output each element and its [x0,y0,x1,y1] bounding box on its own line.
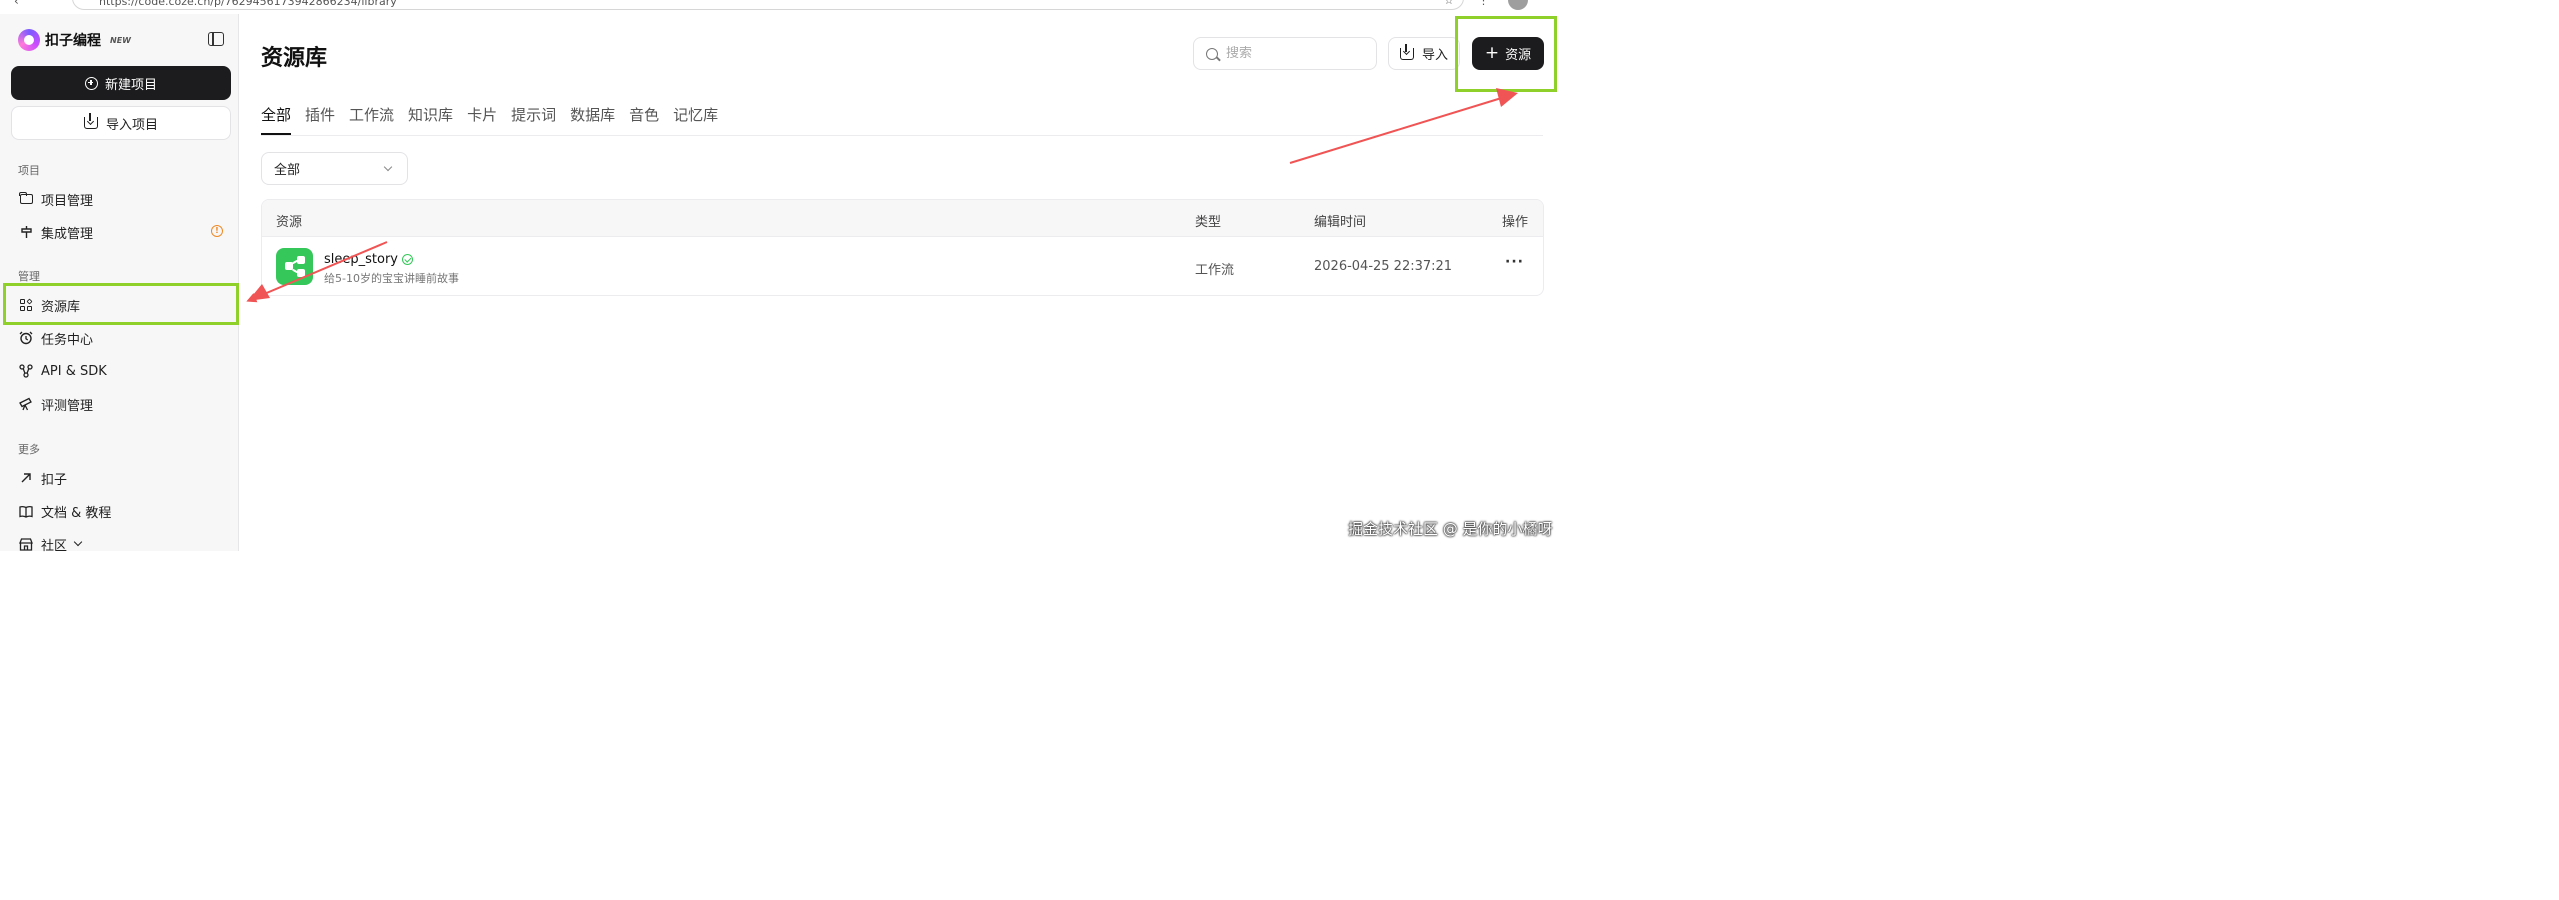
folder-icon [19,192,33,206]
search-icon [1206,47,1218,60]
sidebar-item-label: 项目管理 [41,193,94,209]
sidebar-item-label: 集成管理 [41,226,94,242]
tab-0[interactable]: 全部 [261,104,292,135]
resource-table: 资源 类型 编辑时间 操作 sleep_story 给5-10岁的宝宝讲睡前故事… [261,199,1544,296]
sidebar-item-label: 文档 & 教程 [41,505,112,521]
import-project-label: 导入项目 [105,117,158,133]
published-check-icon [402,254,413,265]
tab-1[interactable]: 插件 [305,104,335,135]
section-label-project: 项目 [18,164,40,177]
filter-value: 全部 [274,163,301,178]
header-edit-time: 编辑时间 [1314,215,1367,230]
sidebar-item-label: 扣子 [41,472,68,488]
chevron-down-icon [383,162,393,172]
new-badge: NEW [110,35,131,45]
section-label-more: 更多 [18,443,40,456]
table-header: 资源 类型 编辑时间 操作 [262,200,1543,237]
tab-7[interactable]: 音色 [629,104,659,135]
tab-3[interactable]: 知识库 [408,104,453,135]
workflow-icon [276,248,313,285]
profile-avatar[interactable] [1508,0,1528,10]
tab-5[interactable]: 提示词 [511,104,556,135]
import-project-button[interactable]: 导入项目 [11,106,231,140]
browser-toolbar: ‹ https://code.coze.cn/p/762945617394286… [0,0,1568,14]
annotation-highlight-sidebar [3,283,239,325]
table-row[interactable]: sleep_story 给5-10岁的宝宝讲睡前故事 工作流 2026-04-2… [262,237,1543,295]
warning-icon: ! [211,225,223,237]
alarm-clock-icon [19,331,33,345]
chevron-down-icon[interactable] [73,537,83,547]
import-icon [83,113,98,129]
page-title: 资源库 [261,46,328,71]
sidebar-item-coze[interactable]: 扣子 [11,463,231,493]
brand-logo-icon [18,29,40,51]
brand[interactable]: 扣子编程 NEW [18,28,131,52]
sidebar-item-community[interactable]: 社区 [11,529,231,559]
more-actions-icon[interactable]: ··· [1505,254,1524,270]
section-label-manage: 管理 [18,270,40,283]
sidebar-item-label: API & SDK [41,363,107,379]
resource-type: 工作流 [1195,263,1235,278]
resource-edit-time: 2026-04-25 22:37:21 [1314,259,1453,274]
tab-8[interactable]: 记忆库 [673,104,718,135]
watermark: 掘金技术社区 @ 是你的小橘呀 [1348,520,1553,538]
tab-4[interactable]: 卡片 [467,104,497,135]
telescope-icon [19,397,33,411]
resource-description: 给5-10岁的宝宝讲睡前故事 [324,272,459,285]
sidebar-item-project-management[interactable]: 项目管理 [11,184,231,214]
sidebar-item-task-center[interactable]: 任务中心 [11,323,231,353]
plus-circle-icon [84,76,98,90]
search-input[interactable] [1226,46,1366,61]
resource-name[interactable]: sleep_story [324,252,413,267]
plug-icon [19,225,33,239]
sidebar-item-label: 评测管理 [41,398,94,414]
brand-name: 扣子编程 [45,33,101,49]
filter-select[interactable]: 全部 [261,152,408,185]
header-type: 类型 [1195,215,1222,230]
back-icon[interactable]: ‹ [14,0,19,8]
bookmark-star-icon[interactable]: ☆ [1444,0,1454,7]
address-bar[interactable]: https://code.coze.cn/p/76294561739428662… [72,0,1464,10]
search-box[interactable] [1193,37,1377,70]
new-project-button[interactable]: 新建项目 [11,66,231,100]
sidebar-item-label: 任务中心 [41,332,94,348]
sidebar-collapse-icon[interactable] [208,32,224,46]
sidebar-item-integration[interactable]: 集成管理 ! [11,217,231,247]
resource-tabs: 全部 插件 工作流 知识库 卡片 提示词 数据库 音色 记忆库 [261,104,732,135]
tab-2[interactable]: 工作流 [349,104,394,135]
store-icon [19,537,33,551]
import-label: 导入 [1421,48,1448,63]
main-content: 资源库 导入 + 资源 全部插件工作流知识库卡片提示词数据库音色记忆库 全部 资… [240,14,1568,551]
header-actions: 操作 [1502,215,1529,230]
header-resource: 资源 [276,215,303,230]
sidebar-item-label: 社区 [41,538,68,554]
annotation-highlight-add-button [1455,16,1557,92]
arrow-up-right-icon [19,471,33,485]
resource-name-text: sleep_story [324,252,398,267]
book-icon [19,504,33,518]
sidebar-item-api-sdk[interactable]: API & SDK [11,356,231,386]
extensions-icon[interactable]: ⋮ [1478,0,1489,7]
tab-6[interactable]: 数据库 [570,104,615,135]
tabs-divider [261,135,1543,136]
import-icon [1399,43,1414,60]
new-project-label: 新建项目 [104,77,157,93]
sidebar-item-evaluation[interactable]: 评测管理 [11,389,231,419]
import-button[interactable]: 导入 [1388,37,1460,70]
nodes-icon [19,364,33,378]
sidebar-item-docs[interactable]: 文档 & 教程 [11,496,231,526]
